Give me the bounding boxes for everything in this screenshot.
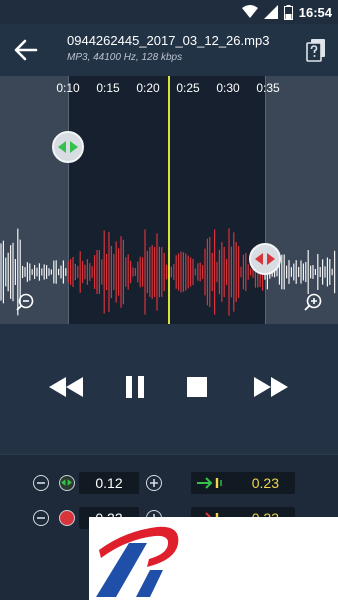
fast-forward-icon	[254, 377, 288, 397]
start-marker-handle[interactable]	[52, 131, 84, 163]
pause-icon	[126, 376, 144, 398]
transport-controls	[0, 324, 338, 454]
minus-icon	[37, 482, 45, 484]
file-format: MP3, 44100 Hz, 128 kbps	[67, 52, 183, 63]
status-time: 16:54	[298, 4, 332, 20]
decrease-end-button[interactable]	[33, 510, 49, 526]
end-marker-handle[interactable]	[249, 243, 281, 275]
signal-icon	[263, 5, 278, 19]
file-info: 0944262445_2017_03_12_26.mp3 MP3, 44100 …	[67, 33, 269, 63]
zoom-in-icon[interactable]	[303, 292, 323, 312]
start-time-row: 0.12 0.23	[0, 469, 338, 497]
left-right-arrows-icon	[58, 141, 78, 153]
increase-start-button[interactable]	[146, 475, 162, 491]
fade-in-field[interactable]: 0.23	[191, 472, 295, 494]
status-icons: 16:54	[241, 3, 332, 21]
decrease-start-button[interactable]	[33, 475, 49, 491]
pause-button[interactable]	[117, 374, 153, 400]
waveform-editor[interactable]: 0:10 0:15 0:20 0:25 0:30 0:35	[0, 76, 338, 324]
fade-in-value: 0.23	[251, 475, 279, 491]
playhead[interactable]	[168, 76, 170, 324]
battery-icon	[283, 4, 293, 20]
plus-icon	[150, 479, 158, 487]
wifi-icon	[241, 5, 258, 18]
stop-icon	[187, 377, 207, 397]
zoom-out-icon[interactable]	[15, 292, 35, 312]
arrow-left-icon[interactable]	[12, 36, 40, 64]
logo-icon	[96, 526, 179, 597]
left-right-arrows-icon	[61, 479, 72, 486]
stop-button[interactable]	[179, 374, 215, 400]
file-name: 0944262445_2017_03_12_26.mp3	[67, 33, 270, 48]
start-time-value[interactable]: 0.12	[79, 472, 139, 494]
app-bar: 0944262445_2017_03_12_26.mp3 MP3, 44100 …	[0, 24, 338, 76]
minus-icon	[37, 517, 45, 519]
left-right-arrows-icon	[255, 253, 275, 265]
fade-in-icon	[197, 477, 222, 489]
rewind-button[interactable]	[48, 374, 84, 400]
end-marker-icon	[59, 510, 75, 526]
watermark-logo	[89, 517, 338, 600]
file-help-icon[interactable]	[306, 38, 326, 62]
rewind-icon	[49, 377, 83, 397]
start-marker-icon	[59, 475, 75, 491]
fast-forward-button[interactable]	[253, 374, 289, 400]
status-bar: 16:54	[0, 0, 338, 24]
